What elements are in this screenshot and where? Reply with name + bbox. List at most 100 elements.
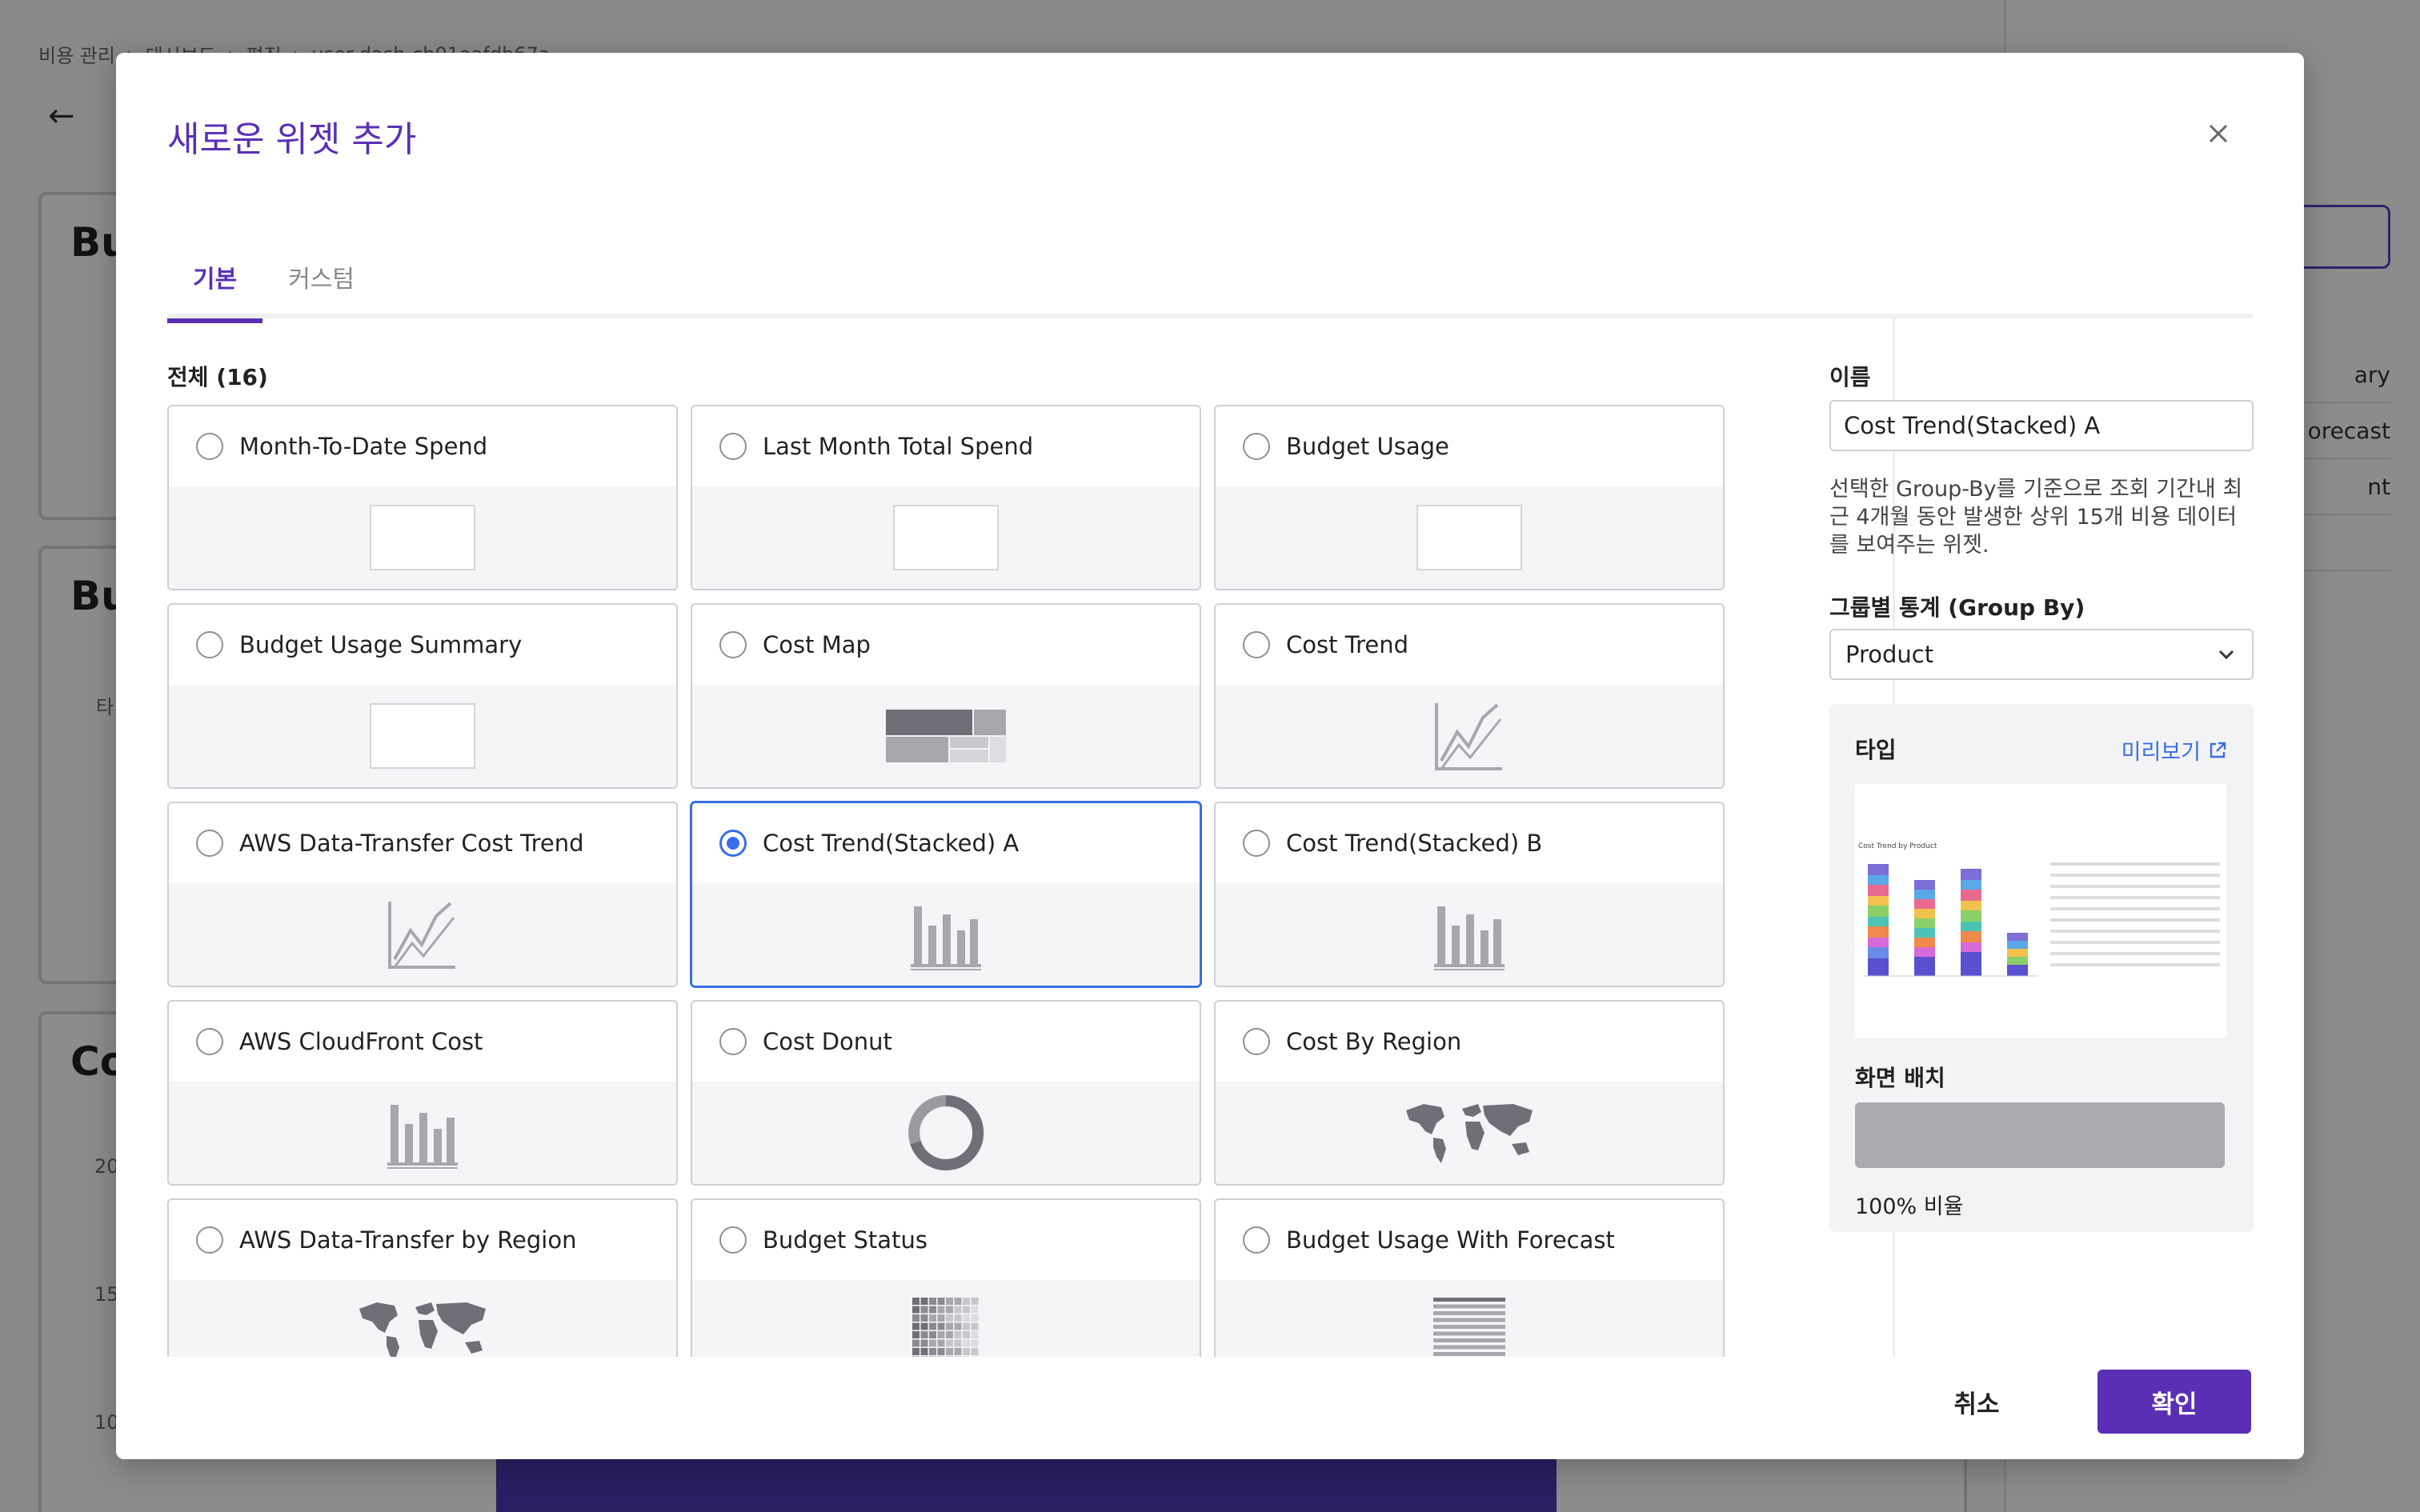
radio-button[interactable] (719, 631, 747, 658)
modal-title: 새로운 위젯 추가 (167, 119, 417, 160)
widget-thumbnail (1216, 883, 1723, 986)
radio-button[interactable] (1243, 1226, 1270, 1254)
radio-button[interactable] (196, 631, 223, 658)
tab-basic[interactable]: 기본 (167, 235, 263, 323)
widget-option-card[interactable]: Cost Trend(Stacked) B (1214, 802, 1725, 987)
widget-thumbnail (1216, 486, 1723, 589)
widget-option-label: Last Month Total Spend (763, 433, 1034, 460)
widget-option-card[interactable]: Budget Usage Summary (167, 603, 678, 789)
widget-option-card[interactable]: Cost Map (691, 603, 1201, 789)
bar-chart-icon (1434, 898, 1504, 970)
widget-option-card[interactable]: AWS Data-Transfer Cost Trend (167, 802, 678, 987)
widget-option-card[interactable]: Cost Trend(Stacked) A (691, 802, 1201, 987)
world-map-icon (1401, 1099, 1537, 1166)
donut-icon (906, 1093, 986, 1173)
widget-option-label: Cost By Region (1286, 1028, 1462, 1055)
widget-option-card[interactable]: Cost Trend (1214, 603, 1725, 789)
widget-option-header: Cost Trend(Stacked) B (1216, 803, 1723, 883)
widget-thumbnail (692, 685, 1200, 787)
widget-list-pane[interactable]: 전체 (16) Month-To-Date Spend Last Month To… (167, 318, 1843, 1357)
group-by-label: 그룹별 통계 (Group By) (1829, 594, 2085, 621)
radio-button[interactable] (719, 1028, 747, 1055)
widget-thumbnail (692, 486, 1200, 589)
radio-button[interactable] (196, 1226, 223, 1254)
widget-count-label: 전체 (16) (167, 364, 268, 390)
widget-option-label: Budget Usage Summary (239, 631, 523, 658)
widget-option-header: Last Month Total Spend (692, 406, 1200, 486)
widget-option-label: Budget Usage With Forecast (1286, 1226, 1615, 1254)
preview-table (2050, 862, 2220, 966)
name-label: 이름 (1829, 364, 1871, 390)
widget-preview-image: Cost Trend by Product (1855, 784, 2226, 1038)
widget-thumbnail (692, 1082, 1200, 1184)
close-button[interactable] (2198, 114, 2238, 154)
widget-option-card[interactable]: AWS Data-Transfer by Region (167, 1198, 678, 1357)
radio-button[interactable] (719, 433, 747, 460)
widget-option-header: Cost Map (692, 605, 1200, 685)
widget-option-card[interactable]: Budget Usage With Forecast (1214, 1198, 1725, 1357)
widget-option-card[interactable]: Cost By Region (1214, 1000, 1725, 1186)
type-panel: 타입 미리보기 Cost Trend by Product 화면 배치 100%… (1829, 704, 2254, 1232)
widget-option-label: Cost Map (763, 631, 871, 658)
cancel-button[interactable]: 취소 (1926, 1370, 2027, 1434)
widget-option-header: Cost Trend(Stacked) A (692, 803, 1200, 883)
widget-thumbnail (1216, 1280, 1723, 1357)
treemap-icon (886, 710, 1006, 762)
widget-option-card[interactable]: AWS CloudFront Cost (167, 1000, 678, 1186)
widget-thumbnail (692, 1280, 1200, 1357)
radio-button[interactable] (1243, 631, 1270, 658)
widget-name-input[interactable] (1829, 400, 2254, 451)
radio-button[interactable] (1243, 1028, 1270, 1055)
heat-grid-icon (912, 1298, 980, 1357)
striped-table-icon (1433, 1298, 1505, 1357)
type-label: 타입 (1855, 737, 1897, 763)
widget-thumbnail (692, 883, 1200, 986)
bar-chart-icon (911, 898, 981, 970)
layout-width-selector[interactable] (1855, 1102, 2225, 1168)
radio-button[interactable] (196, 830, 223, 857)
widget-option-header: Cost By Region (1216, 1002, 1723, 1082)
layout-ratio-text: 100% 비율 (1855, 1194, 1964, 1219)
radio-button[interactable] (196, 433, 223, 460)
line-chart-icon (387, 898, 459, 970)
confirm-button[interactable]: 확인 (2097, 1370, 2251, 1434)
widget-option-label: AWS CloudFront Cost (239, 1028, 483, 1055)
widget-thumbnail (169, 685, 676, 787)
widget-option-card[interactable]: Budget Usage (1214, 405, 1725, 590)
widget-option-header: Budget Status (692, 1200, 1200, 1280)
group-by-select[interactable]: Product (1829, 629, 2254, 680)
widget-option-header: AWS Data-Transfer by Region (169, 1200, 676, 1280)
stacked-bar-preview: Cost Trend by Product (1858, 842, 2220, 977)
widget-thumbnail (169, 1082, 676, 1184)
widget-option-label: AWS Data-Transfer Cost Trend (239, 830, 584, 857)
radio-button[interactable] (719, 1226, 747, 1254)
world-map-icon (355, 1298, 491, 1357)
radio-button[interactable] (1243, 433, 1270, 460)
preview-bar-2 (1914, 880, 1935, 976)
radio-button[interactable] (196, 1028, 223, 1055)
widget-option-card[interactable]: Budget Status (691, 1198, 1201, 1357)
bar-chart-icon (387, 1097, 458, 1169)
preview-bar-3 (1961, 869, 1981, 976)
widget-option-header: AWS Data-Transfer Cost Trend (169, 803, 676, 883)
widget-option-card[interactable]: Last Month Total Spend (691, 405, 1201, 590)
preview-chart-title: Cost Trend by Product (1858, 842, 1937, 850)
box-icon (1416, 505, 1522, 570)
close-icon (2209, 124, 2228, 143)
external-link-icon (2210, 742, 2226, 758)
widget-option-label: Cost Donut (763, 1028, 892, 1055)
widget-option-header: Budget Usage With Forecast (1216, 1200, 1723, 1280)
radio-button[interactable] (1243, 830, 1270, 857)
widget-option-header: Month-To-Date Spend (169, 406, 676, 486)
tab-custom[interactable]: 커스텀 (262, 235, 380, 318)
widget-option-card[interactable]: Month-To-Date Spend (167, 405, 678, 590)
preview-link-text: 미리보기 (2121, 740, 2201, 765)
widget-option-label: Budget Status (763, 1226, 928, 1254)
radio-button[interactable] (719, 830, 747, 857)
preview-link[interactable]: 미리보기 (2122, 734, 2228, 766)
widget-description: 선택한 Group-By를 기준으로 조회 기간내 최근 4개월 동안 발생한 … (1829, 477, 2243, 558)
widget-thumbnail (169, 1280, 676, 1357)
widget-option-card[interactable]: Cost Donut (691, 1000, 1201, 1186)
modal-footer: 취소 확인 (116, 1357, 2304, 1459)
chevron-down-icon (2218, 650, 2234, 660)
